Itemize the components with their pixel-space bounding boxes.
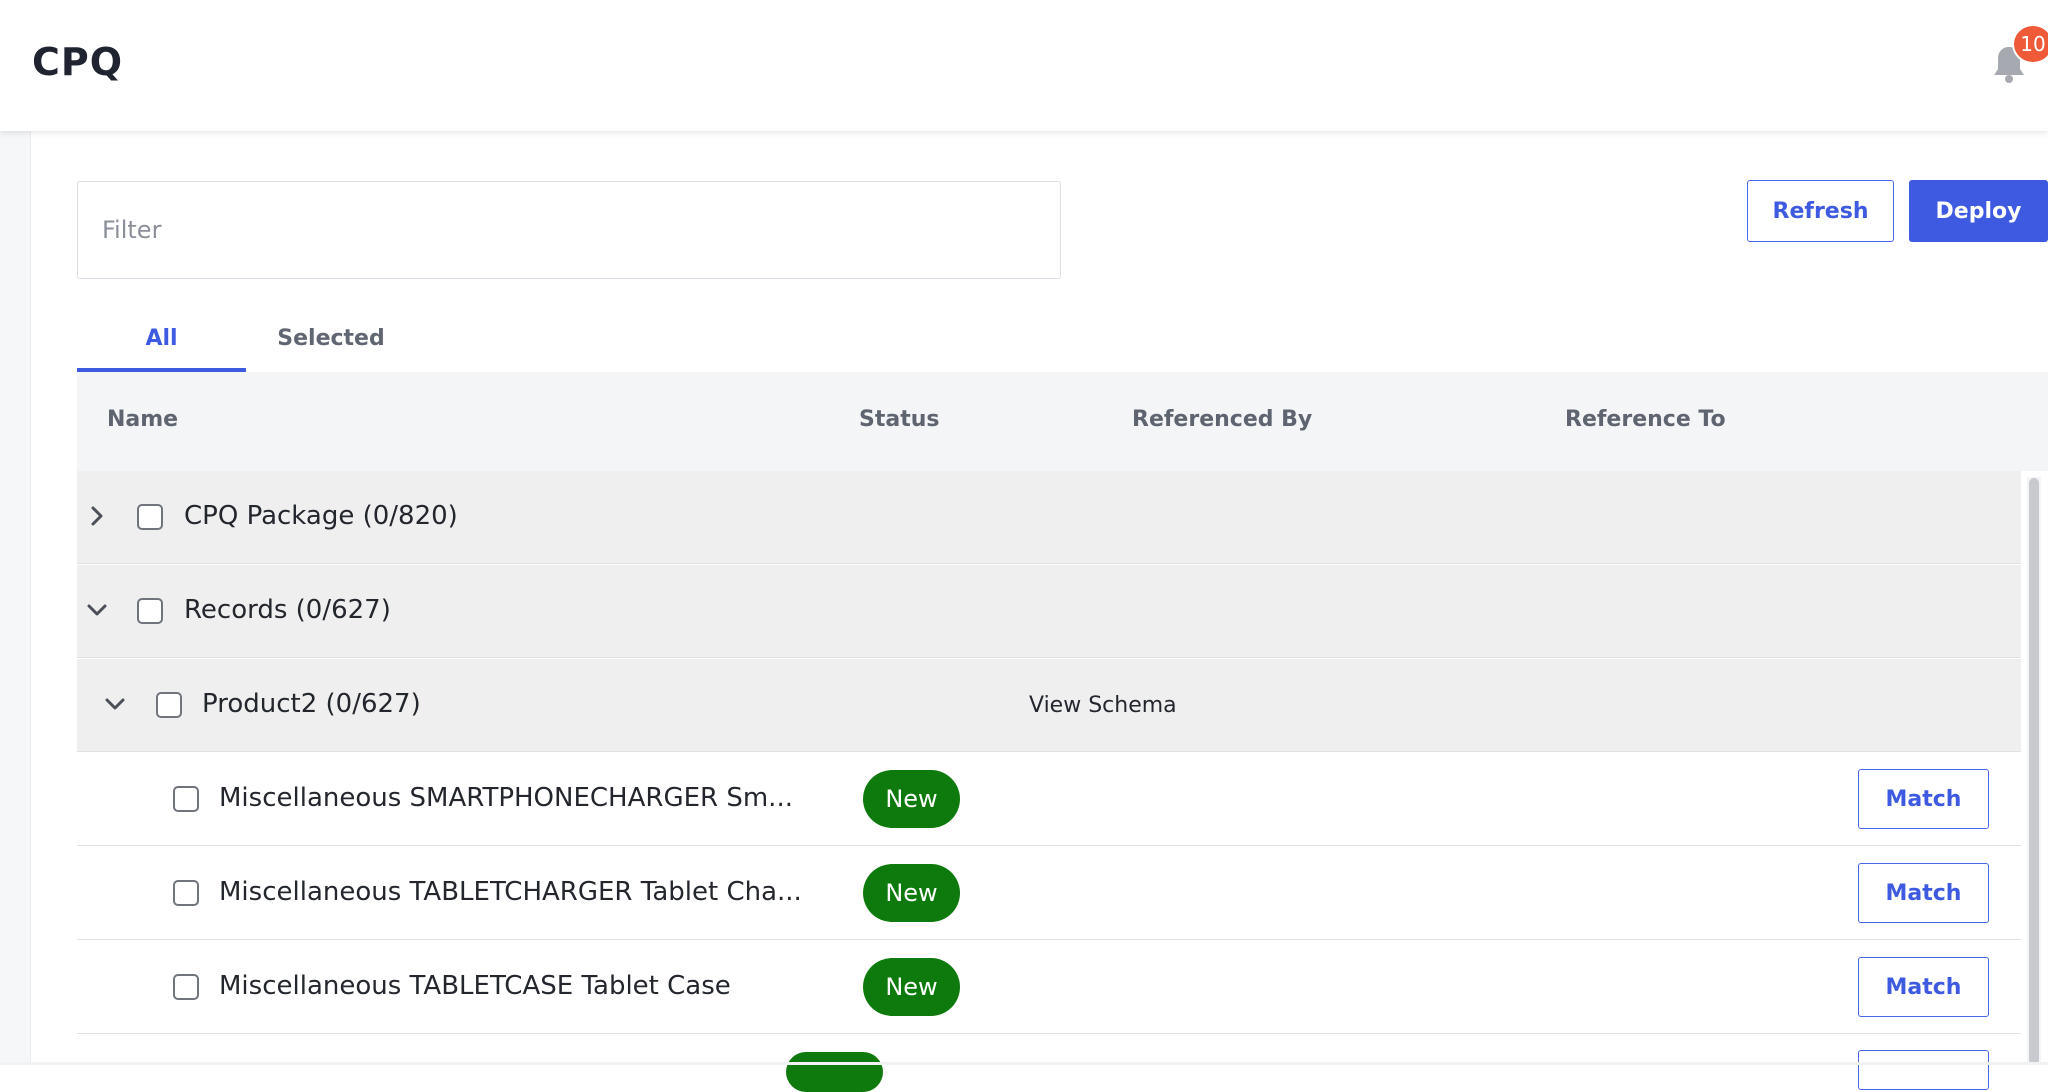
item-name: Miscellaneous SMARTPHONECHARGER Sm...	[219, 783, 793, 813]
column-header-referenced-by[interactable]: Referenced By	[1132, 407, 1312, 432]
tab-selected[interactable]: Selected	[246, 306, 416, 370]
chevron-right-icon[interactable]	[82, 501, 112, 531]
table-header: Name Status Referenced By Reference To	[77, 372, 2048, 471]
group-label: Records (0/627)	[184, 595, 391, 625]
row-checkbox[interactable]	[156, 692, 182, 718]
status-badge: New	[863, 770, 960, 828]
deploy-button[interactable]: Deploy	[1909, 180, 2048, 242]
match-button[interactable]: Match	[1858, 957, 1989, 1017]
row-checkbox[interactable]	[137, 504, 163, 530]
table-row[interactable]: Miscellaneous TABLETCHARGER Tablet Cha..…	[77, 847, 2021, 940]
row-checkbox[interactable]	[173, 786, 199, 812]
app-title: CPQ	[32, 40, 124, 84]
table-row[interactable]: Miscellaneous TABLETCASE Tablet Case New…	[77, 941, 2021, 1034]
item-name: Miscellaneous TABLETCHARGER Tablet Cha..…	[219, 877, 802, 907]
top-bar: CPQ 10	[0, 0, 2048, 131]
view-schema-link[interactable]: View Schema	[1029, 693, 1177, 718]
row-checkbox[interactable]	[173, 880, 199, 906]
column-header-status[interactable]: Status	[859, 407, 939, 432]
group-label: CPQ Package (0/820)	[184, 501, 458, 531]
item-name: Miscellaneous TABLETCASE Tablet Case	[219, 971, 731, 1001]
group-label: Product2 (0/627)	[202, 689, 421, 719]
status-badge-partial	[786, 1052, 883, 1092]
row-checkbox[interactable]	[137, 598, 163, 624]
refresh-button[interactable]: Refresh	[1747, 180, 1894, 242]
left-rail	[0, 131, 31, 1065]
match-button-partial[interactable]	[1858, 1050, 1989, 1090]
scrollbar-thumb[interactable]	[2029, 478, 2039, 1065]
group-row-cpq-package[interactable]: CPQ Package (0/820)	[77, 471, 2021, 564]
notification-badge: 10	[2012, 24, 2048, 64]
chevron-down-icon[interactable]	[82, 595, 112, 625]
chevron-down-icon[interactable]	[100, 689, 130, 719]
group-row-product2[interactable]: Product2 (0/627) View Schema	[77, 659, 2021, 752]
column-header-name[interactable]: Name	[107, 407, 178, 432]
status-badge: New	[863, 958, 960, 1016]
filter-input[interactable]	[77, 181, 1061, 279]
match-button[interactable]: Match	[1858, 769, 1989, 829]
match-button[interactable]: Match	[1858, 863, 1989, 923]
table-row[interactable]: Miscellaneous SMARTPHONECHARGER Sm... Ne…	[77, 753, 2021, 846]
status-badge: New	[863, 864, 960, 922]
group-row-records[interactable]: Records (0/627)	[77, 565, 2021, 658]
column-header-reference-to[interactable]: Reference To	[1565, 407, 1726, 432]
tab-all[interactable]: All	[77, 306, 246, 370]
row-checkbox[interactable]	[173, 974, 199, 1000]
